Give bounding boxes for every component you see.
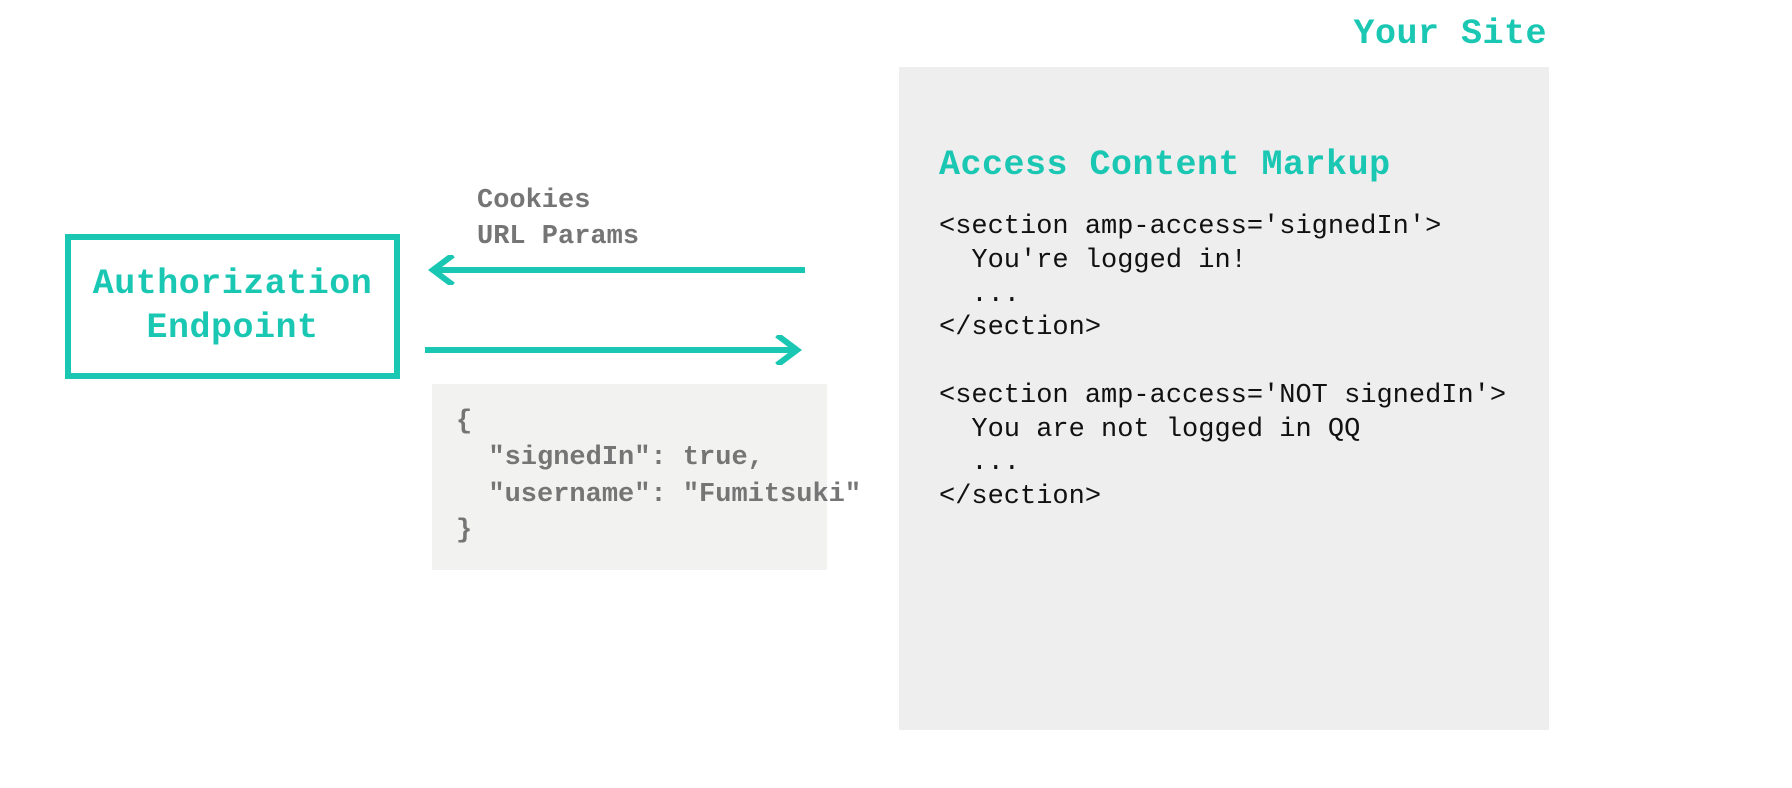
auth-line-1: Authorization <box>93 264 373 304</box>
your-site-panel: Access Content Markup <section amp-acces… <box>899 67 1549 730</box>
authorization-endpoint-text: Authorization Endpoint <box>93 263 373 351</box>
request-label-cookies: Cookies <box>477 186 590 216</box>
panel-heading: Access Content Markup <box>939 145 1509 185</box>
auth-line-2: Endpoint <box>146 308 318 348</box>
arrow-right-icon <box>425 335 805 365</box>
arrow-left-icon <box>425 255 805 285</box>
request-labels: Cookies URL Params <box>477 183 639 256</box>
authorization-endpoint-box: Authorization Endpoint <box>65 234 400 379</box>
response-json-box: { "signedIn": true, "username": "Fumitsu… <box>432 384 827 570</box>
request-label-url-params: URL Params <box>477 222 639 252</box>
access-content-markup-code: <section amp-access='signedIn'> You're l… <box>939 211 1509 515</box>
your-site-label: Your Site <box>1353 14 1547 54</box>
